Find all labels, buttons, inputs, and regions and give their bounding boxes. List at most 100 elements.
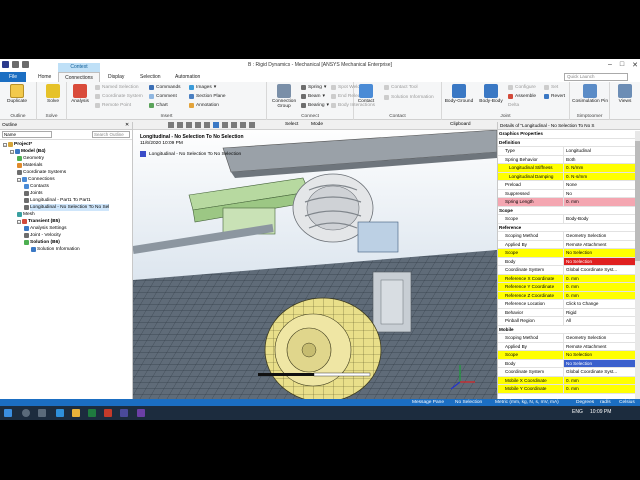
graphics-viewport[interactable]: Longitudinal - No Selection To No Select… — [133, 130, 497, 399]
details-property-value[interactable]: No Selection — [564, 351, 640, 359]
temperature-unit-status[interactable]: Celsius — [619, 399, 635, 406]
fit-icon[interactable] — [195, 122, 201, 128]
details-row[interactable]: Scoping Method Geometry Selection — [498, 334, 640, 343]
rotate-icon[interactable] — [186, 122, 192, 128]
tree-node[interactable]: − Transient (B5) — [17, 218, 60, 225]
details-row[interactable]: Coordinate System Global Coordinate Syst.… — [498, 368, 640, 377]
box-zoom-icon[interactable] — [204, 122, 210, 128]
tree-node[interactable]: Joint - Velocity — [24, 232, 61, 239]
tree-node[interactable]: Geometry — [17, 155, 44, 162]
details-property-value[interactable]: Global Coordinate Syst... — [564, 266, 640, 274]
details-property-value[interactable]: Geometry Selection — [564, 232, 640, 240]
details-property-value[interactable]: Global Coordinate Syst... — [564, 368, 640, 376]
expand-collapse-icon[interactable]: − — [17, 219, 21, 224]
tree-node[interactable]: Materials — [17, 162, 42, 169]
tab-display[interactable]: Display — [104, 72, 128, 82]
named-selection-button[interactable]: Named Selection — [95, 85, 139, 90]
details-row[interactable]: Mobile X Coordinate 0. mm — [498, 376, 640, 385]
spring-button[interactable]: Spring ▾ — [301, 85, 326, 90]
details-property-value[interactable]: No Selection — [564, 249, 640, 257]
details-property-value[interactable]: No Selection — [564, 359, 640, 367]
details-property-value[interactable]: 0. N·s/mm — [564, 172, 640, 180]
remote-point-button[interactable]: Remote Point — [95, 103, 131, 108]
details-row[interactable]: Longitudinal Stiffness 0. N/mm — [498, 164, 640, 173]
section-plane-button[interactable]: Section Plane — [189, 94, 226, 99]
language-indicator[interactable]: ENG — [572, 409, 583, 415]
details-row[interactable]: Reference Y Coordinate 0. mm — [498, 283, 640, 292]
duplicate-button[interactable]: Duplicate — [2, 84, 32, 104]
details-property-value[interactable]: Remote Attachment — [564, 241, 640, 249]
tree-node[interactable]: Longitudinal - No Selection To No Sel — [24, 204, 110, 211]
tree-node[interactable]: Coordinate Systems — [17, 169, 66, 176]
angle-unit-status[interactable]: Degrees — [576, 399, 594, 406]
search-icon[interactable] — [22, 409, 30, 417]
task-view-icon[interactable] — [38, 409, 46, 417]
details-row[interactable]: Mobile — [498, 326, 640, 334]
connection-group-button[interactable]: Connection Group — [269, 84, 299, 109]
beam-button[interactable]: Beam ▾ — [301, 94, 325, 99]
tree-node[interactable]: Solution Information — [31, 246, 80, 253]
delta-button[interactable]: Delta — [508, 103, 519, 108]
view-icon[interactable] — [240, 122, 246, 128]
details-property-value[interactable]: No Selection — [564, 257, 640, 265]
bearing-button[interactable]: Bearing ▾ — [301, 103, 329, 108]
details-row[interactable]: Reference Z Coordinate 0. mm — [498, 291, 640, 300]
details-row[interactable]: Scope Body-Body — [498, 215, 640, 224]
pan-icon[interactable] — [177, 122, 183, 128]
details-scrollbar[interactable] — [635, 131, 640, 399]
details-property-value[interactable]: 0. mm — [564, 291, 640, 299]
details-row[interactable]: Definition — [498, 139, 640, 147]
tree-node[interactable]: Contacts — [24, 183, 49, 190]
analysis-button[interactable]: Analysis — [69, 84, 91, 104]
quick-launch-input[interactable]: Quick Launch — [564, 73, 628, 81]
outline-search-input[interactable]: Search Outline — [92, 131, 130, 138]
details-row[interactable]: Longitudinal Damping 0. N·s/mm — [498, 172, 640, 181]
close-icon[interactable]: ✕ — [632, 61, 638, 69]
contact-button[interactable]: Contact — [354, 84, 378, 104]
details-row[interactable]: Reference — [498, 224, 640, 232]
commands-button[interactable]: Commands — [149, 85, 181, 90]
excel-icon[interactable] — [88, 409, 96, 417]
details-row[interactable]: Coordinate System Global Coordinate Syst.… — [498, 266, 640, 275]
tab-automation[interactable]: Automation — [171, 72, 204, 82]
cosimulation-pin-button[interactable]: Cosimulation Pin — [572, 84, 608, 104]
details-property-value[interactable]: 0. mm — [564, 283, 640, 291]
details-row[interactable]: Pinball Region All — [498, 317, 640, 326]
details-property-value[interactable]: 0. N/mm — [564, 164, 640, 172]
details-row[interactable]: Scoping Method Geometry Selection — [498, 232, 640, 241]
details-property-value[interactable]: 0. mm — [564, 385, 640, 393]
tab-selection[interactable]: Selection — [136, 72, 165, 82]
outline-filter-select[interactable]: Name — [2, 131, 52, 138]
tree-node[interactable]: − Model (B4) — [10, 148, 46, 155]
select-dropdown[interactable]: Select — [285, 122, 298, 127]
details-row[interactable]: Suppressed No — [498, 189, 640, 198]
comment-button[interactable]: Comment — [149, 94, 177, 99]
clock[interactable]: 10:09 PM — [590, 409, 611, 415]
configure-button[interactable]: Configure — [508, 85, 536, 90]
tab-connections[interactable]: Connections — [58, 72, 100, 82]
clipboard-dropdown[interactable]: Clipboard — [450, 122, 471, 127]
chart-button[interactable]: Chart — [149, 103, 168, 108]
expand-collapse-icon[interactable]: − — [10, 149, 14, 154]
mode-dropdown[interactable]: Mode — [311, 122, 323, 127]
ansys-workbench-icon[interactable] — [120, 409, 128, 417]
expand-collapse-icon[interactable]: − — [17, 177, 21, 182]
tab-home[interactable]: Home — [34, 72, 55, 82]
details-row[interactable]: Body No Selection — [498, 257, 640, 266]
solution-information-button[interactable]: Solution Information — [384, 95, 434, 100]
contact-tool-button[interactable]: Contact Tool — [384, 85, 418, 90]
details-row[interactable]: Type Longitudinal — [498, 147, 640, 156]
images-button[interactable]: Images ▾ — [189, 85, 216, 90]
tree-node[interactable]: Analysis Settings — [24, 225, 67, 232]
tree-node[interactable]: Longitudinal - Part1 To Part1 — [24, 197, 91, 204]
details-property-value[interactable]: 0. mm — [564, 198, 640, 206]
views-button[interactable]: Views — [612, 84, 638, 104]
set-button[interactable]: Set — [544, 85, 558, 90]
tree-node[interactable]: − Connections — [17, 176, 55, 183]
details-property-value[interactable]: Longitudinal — [564, 147, 640, 155]
tree-node[interactable]: Mesh — [17, 211, 35, 218]
details-property-value[interactable]: 0. mm — [564, 376, 640, 384]
details-row[interactable]: Scope No Selection — [498, 249, 640, 258]
unit-system-status[interactable]: Metric (mm, kg, N, s, mV, mA) — [495, 399, 559, 406]
tree-node[interactable]: Solution (B6) — [24, 239, 60, 246]
